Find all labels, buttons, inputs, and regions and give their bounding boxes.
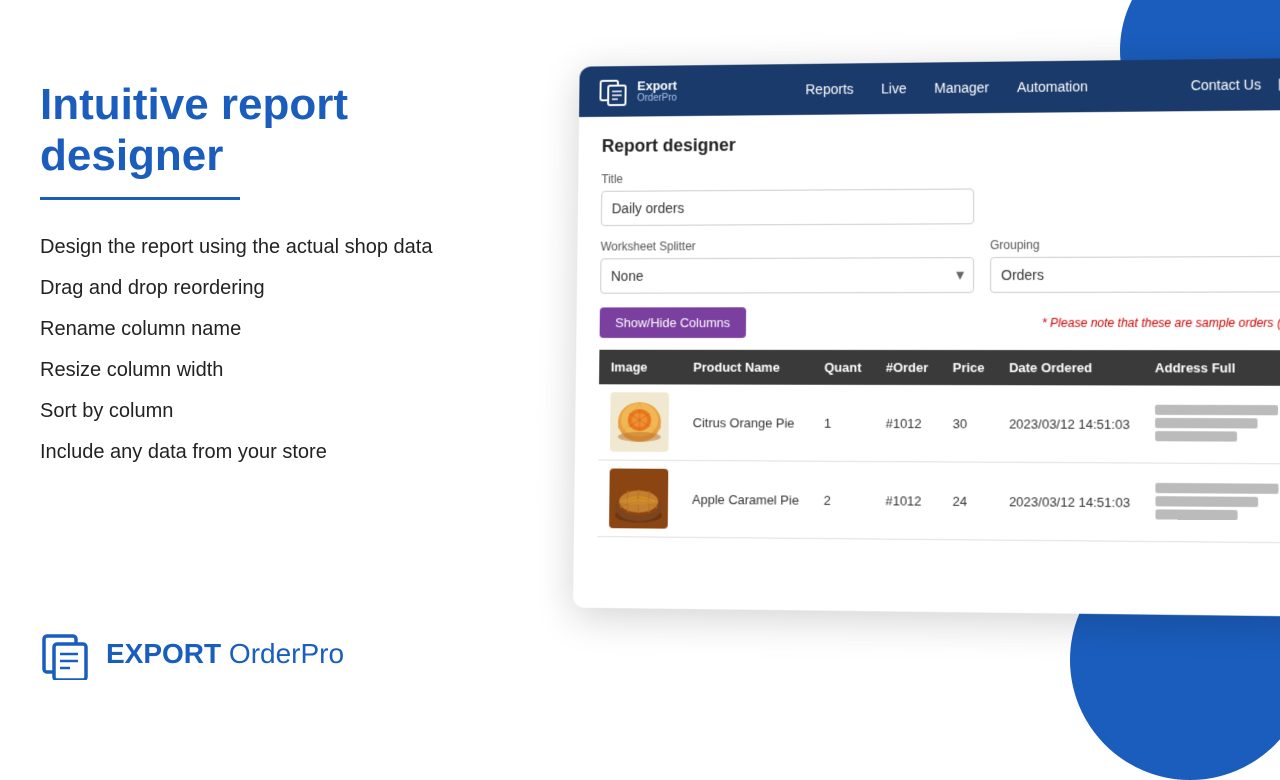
logo-text: EXPORT OrderPro xyxy=(106,638,344,670)
heading-underline xyxy=(40,197,240,200)
grouping-input[interactable] xyxy=(990,256,1280,293)
blurred-address-line2 xyxy=(1155,496,1258,507)
feature-list: Design the report using the actual shop … xyxy=(40,236,530,482)
cell-order-2: #1012 xyxy=(873,462,940,540)
col-address: Address Full xyxy=(1143,350,1280,386)
blurred-address-line2 xyxy=(1155,417,1258,428)
orderpro-label: OrderPro xyxy=(221,638,344,669)
worksheet-select[interactable]: None xyxy=(600,257,974,294)
nav-link-automation[interactable]: Automation xyxy=(1017,78,1088,95)
cell-image xyxy=(597,460,680,537)
nav-contact[interactable]: Contact Us xyxy=(1191,76,1261,93)
blurred-address-line1 xyxy=(1155,404,1278,415)
title-section: Title xyxy=(601,167,1280,226)
apple-pie-svg xyxy=(610,469,667,527)
grouping-group: Grouping xyxy=(990,237,1280,293)
nav-right: Contact Us ⊞ xyxy=(1191,74,1280,96)
cell-price-1: 30 xyxy=(940,385,996,462)
product-image-orange-pie xyxy=(610,392,669,452)
col-date-ordered: Date Ordered xyxy=(997,350,1143,385)
brand-logo: EXPORT OrderPro xyxy=(40,628,530,680)
col-order-num: #Order xyxy=(874,350,941,385)
nav-logo-sub: OrderPro xyxy=(637,93,677,104)
export-label: EXPORT xyxy=(106,638,221,669)
cell-image xyxy=(598,384,681,460)
col-quantity: Quant xyxy=(812,350,874,385)
sample-note: * Please note that these are sample orde… xyxy=(1042,315,1280,329)
feature-item: Include any data from your store xyxy=(40,441,530,464)
nav-link-live[interactable]: Live xyxy=(881,80,906,96)
feature-item: Rename column name xyxy=(40,318,530,341)
table-header-row: Image Product Name Quant #Order Price Da… xyxy=(599,350,1280,386)
col-product-name: Product Name xyxy=(681,350,812,385)
nav-logo-text-block: Export OrderPro xyxy=(637,78,677,104)
blurred-address-line3 xyxy=(1155,431,1237,442)
feature-item: Drag and drop reordering xyxy=(40,277,530,300)
cell-address-1 xyxy=(1143,385,1280,463)
cell-address-2 xyxy=(1143,463,1280,543)
feature-item: Sort by column xyxy=(40,400,530,423)
cell-date-2: 2023/03/12 14:51:03 xyxy=(997,462,1143,541)
nav-logo: Export OrderPro xyxy=(598,75,677,107)
nav-link-manager[interactable]: Manager xyxy=(934,80,989,96)
col-image: Image xyxy=(599,350,682,385)
content-area: Report designer Title Worksheet Splitter… xyxy=(573,110,1280,617)
cell-price-2: 24 xyxy=(940,462,997,540)
cell-product-name-1: Citrus Orange Pie xyxy=(681,384,813,461)
table-row: Citrus Orange Pie 1 #1012 30 2023/03/12 … xyxy=(598,384,1280,464)
cell-qty-2: 2 xyxy=(811,461,873,539)
worksheet-select-wrapper: None ▾ xyxy=(600,257,974,294)
blurred-address-line3 xyxy=(1156,509,1238,520)
browser-window: Export OrderPro Reports Live Manager Aut… xyxy=(573,58,1280,617)
nav-link-reports[interactable]: Reports xyxy=(805,81,853,97)
title-input[interactable] xyxy=(601,188,974,226)
nav-logo-icon xyxy=(598,76,629,107)
data-table: Image Product Name Quant #Order Price Da… xyxy=(597,350,1280,543)
product-image-apple-pie xyxy=(609,468,668,528)
nav-links: Reports Live Manager Automation xyxy=(706,77,1191,98)
cell-order-1: #1012 xyxy=(873,385,940,462)
nav-bar: Export OrderPro Reports Live Manager Aut… xyxy=(579,58,1280,117)
form-row: Worksheet Splitter None ▾ Grouping xyxy=(600,237,1280,294)
blurred-address-line1 xyxy=(1155,482,1278,493)
left-panel: Intuitive report designer Design the rep… xyxy=(0,0,570,720)
show-hide-columns-button[interactable]: Show/Hide Columns xyxy=(600,307,746,338)
feature-item: Resize column width xyxy=(40,359,530,382)
report-designer-title: Report designer xyxy=(602,130,1280,157)
orange-pie-svg xyxy=(611,393,668,451)
title-label: Title xyxy=(601,167,1280,186)
grouping-label: Grouping xyxy=(990,237,1280,252)
table-row: Apple Caramel Pie 2 #1012 24 2023/03/12 … xyxy=(597,460,1280,543)
main-heading: Intuitive report designer xyxy=(40,80,530,181)
toolbar-row: Show/Hide Columns * Please note that the… xyxy=(600,307,1280,338)
nav-logo-name: Export xyxy=(637,78,677,94)
cell-qty-1: 1 xyxy=(812,385,874,462)
logo-icon xyxy=(40,628,92,680)
feature-item: Design the report using the actual shop … xyxy=(40,236,530,259)
col-price: Price xyxy=(941,350,997,385)
cell-date-1: 2023/03/12 14:51:03 xyxy=(997,385,1143,463)
cell-product-name-2: Apple Caramel Pie xyxy=(680,460,812,538)
worksheet-label: Worksheet Splitter xyxy=(601,238,975,253)
worksheet-group: Worksheet Splitter None ▾ xyxy=(600,238,974,294)
